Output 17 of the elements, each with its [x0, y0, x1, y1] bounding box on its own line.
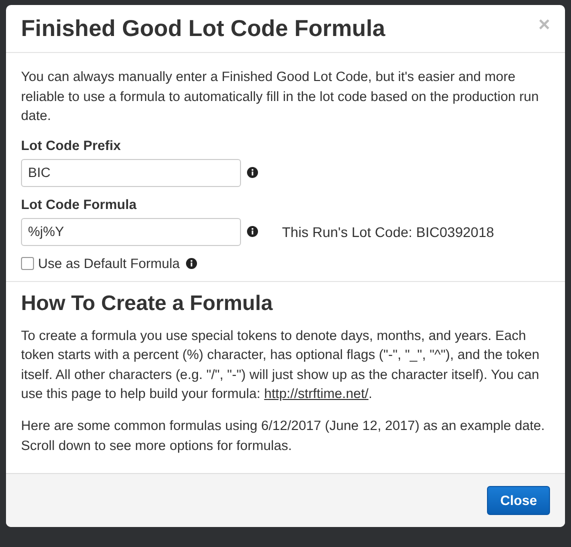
checkbox-label[interactable]: Use as Default Formula: [38, 256, 180, 271]
close-button[interactable]: Close: [487, 486, 550, 516]
instructions-text: To create a formula you use special tokens to denote days, months, and years. Each token starts with a percent (%) character, has optional flags ("-", "_", "^"), and the token itself. All other characters (e.g. "/", "-") will just show up as the character itself). You can use this page to help build your formula: http://strftime.net/.: [21, 326, 540, 404]
field-label: Lot Code Formula: [21, 196, 138, 212]
section-heading: How To Create a Formula: [21, 292, 274, 316]
info-icon[interactable]: [186, 258, 197, 269]
field-label: Lot Code Prefix: [21, 138, 122, 153]
intro-text: You can always manually enter a Finished Good Lot Code, but it's easier and more reliable to use a formula to automatically fill in the lot code based on the production run date.: [21, 68, 540, 126]
modal-title: Finished Good Lot Code Formula: [21, 15, 386, 42]
checkbox[interactable]: [21, 256, 34, 270]
input-field[interactable]: %j%Y: [21, 218, 241, 246]
info-icon[interactable]: [247, 167, 258, 178]
strftime-link[interactable]: http://strftime.net/: [264, 386, 368, 402]
examples-text: Here are some common formulas using 6/12/2017 (June 12, 2017) as an example date. Scroll down to see more options for formulas.: [21, 416, 546, 455]
lot-code-preview: This Run's Lot Code: BIC0392018: [282, 224, 494, 240]
input-field[interactable]: BIC: [21, 158, 241, 187]
info-icon[interactable]: [247, 226, 258, 238]
